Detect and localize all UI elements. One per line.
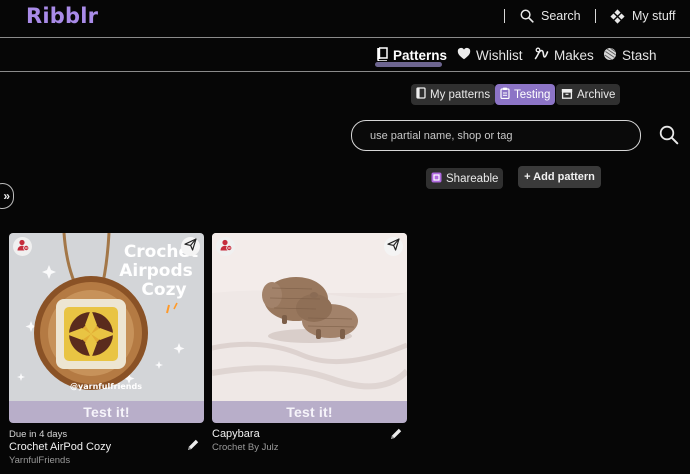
subtab-label: My patterns bbox=[430, 88, 491, 101]
subtab-label: Archive bbox=[577, 88, 616, 101]
test-it-button[interactable]: Test it! bbox=[9, 401, 204, 423]
archive-box-icon bbox=[561, 88, 573, 102]
shareable-label: Shareable bbox=[446, 172, 499, 185]
edit-button[interactable] bbox=[186, 438, 200, 457]
tab-label: Wishlist bbox=[476, 47, 523, 63]
book-icon bbox=[416, 87, 426, 102]
search-link-label: Search bbox=[541, 9, 581, 23]
test-it-button[interactable]: Test it! bbox=[212, 401, 407, 423]
share-frame-icon bbox=[431, 172, 442, 186]
pattern-title[interactable]: Capybara bbox=[212, 428, 407, 441]
divider bbox=[504, 9, 505, 23]
tab-makes[interactable]: Makes bbox=[534, 45, 594, 65]
send-icon bbox=[184, 237, 197, 256]
share-button[interactable] bbox=[181, 237, 200, 256]
send-icon bbox=[387, 237, 400, 256]
nav-divider bbox=[0, 71, 690, 72]
subtab-my-patterns[interactable]: My patterns bbox=[411, 84, 496, 105]
my-stuff-label: My stuff bbox=[632, 9, 676, 23]
svg-text:Airpods: Airpods bbox=[119, 261, 193, 281]
card-meta: Due in 4 days Crochet AirPod Cozy Yarnfu… bbox=[9, 428, 204, 467]
shareable-button[interactable]: Shareable bbox=[426, 168, 504, 189]
book-icon bbox=[376, 46, 388, 64]
pattern-title[interactable]: Crochet AirPod Cozy bbox=[9, 441, 204, 454]
yarn-hook-icon bbox=[534, 47, 549, 64]
tab-wishlist[interactable]: Wishlist bbox=[457, 45, 523, 65]
person-icon bbox=[17, 238, 29, 256]
search-input[interactable] bbox=[351, 120, 641, 151]
pencil-icon bbox=[186, 439, 200, 456]
svg-text:Cozy: Cozy bbox=[141, 280, 186, 300]
pencil-icon bbox=[389, 428, 403, 445]
card-meta: Capybara Crochet By Julz bbox=[212, 428, 407, 454]
add-pattern-button[interactable]: + Add pattern bbox=[518, 166, 601, 188]
logo[interactable]: Ribblr bbox=[26, 4, 98, 28]
share-button[interactable] bbox=[384, 237, 403, 256]
due-text: Due in 4 days bbox=[9, 429, 68, 440]
divider bbox=[595, 9, 596, 23]
heart-icon bbox=[457, 47, 471, 63]
active-tab-indicator bbox=[375, 62, 442, 67]
main-nav: Patterns Wishlist Makes Stash bbox=[0, 45, 690, 71]
diamond-grid-icon bbox=[610, 8, 625, 24]
tester-badge[interactable] bbox=[216, 237, 235, 256]
designer-name[interactable]: YarnfulFriends bbox=[9, 454, 204, 467]
tab-label: Patterns bbox=[393, 47, 448, 63]
my-stuff-link[interactable]: My stuff bbox=[610, 7, 676, 25]
tab-label: Makes bbox=[554, 47, 594, 63]
clipboard-icon bbox=[500, 87, 510, 102]
edit-button[interactable] bbox=[389, 427, 403, 446]
search-button[interactable] bbox=[659, 125, 679, 150]
top-bar: Ribblr Search My stuff bbox=[0, 0, 690, 38]
designer-name[interactable]: Crochet By Julz bbox=[212, 441, 407, 454]
pattern-image[interactable] bbox=[212, 233, 407, 401]
subtab-archive[interactable]: Archive bbox=[556, 84, 621, 105]
subtab-label: Testing bbox=[514, 88, 551, 101]
sidebar-expand-button[interactable]: » bbox=[0, 183, 14, 209]
search-icon bbox=[659, 125, 679, 149]
tab-label: Stash bbox=[622, 47, 657, 63]
tab-stash[interactable]: Stash bbox=[603, 45, 657, 65]
yarn-ball-icon bbox=[603, 47, 617, 64]
person-icon bbox=[220, 238, 232, 256]
tester-badge[interactable] bbox=[13, 237, 32, 256]
search-icon bbox=[520, 9, 534, 23]
search-link[interactable]: Search bbox=[520, 7, 581, 25]
pattern-image[interactable]: Crochet Airpods Cozy @yarnfulfriends bbox=[9, 233, 204, 401]
subtab-testing[interactable]: Testing bbox=[495, 84, 556, 105]
svg-text:@yarnfulfriends: @yarnfulfriends bbox=[70, 382, 142, 391]
